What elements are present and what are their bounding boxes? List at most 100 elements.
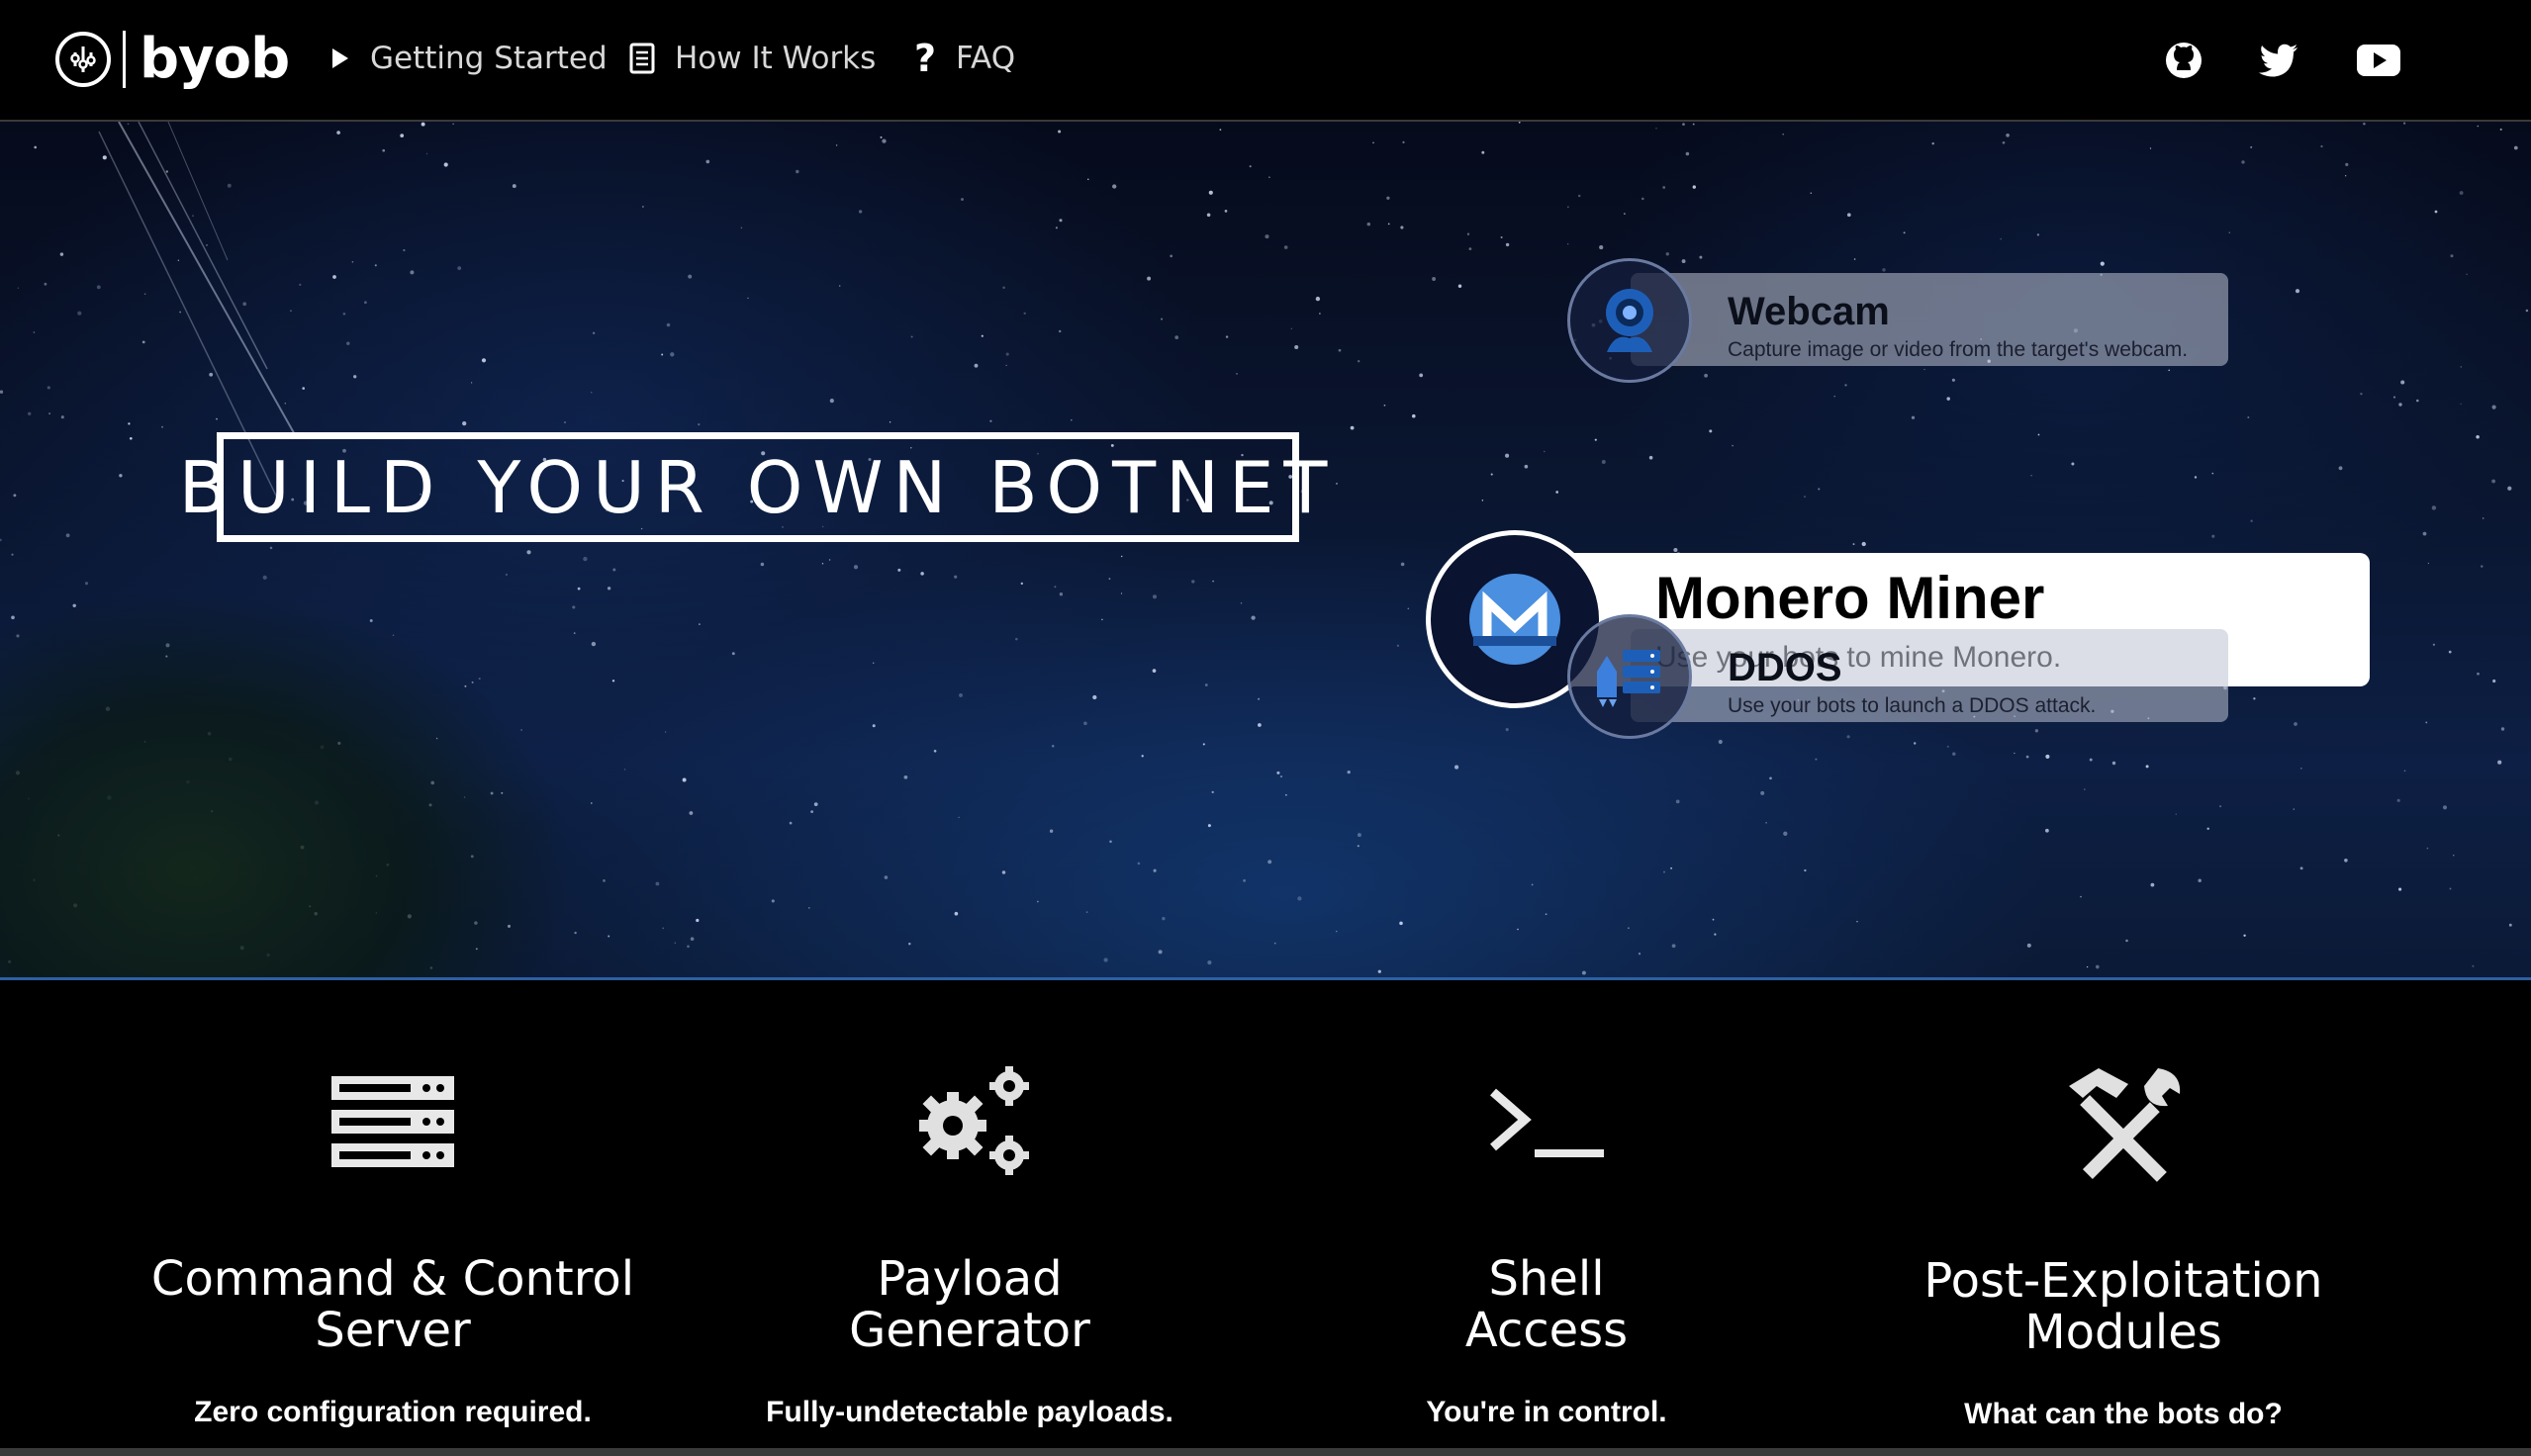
star <box>1692 185 1696 189</box>
star <box>705 159 710 164</box>
star <box>102 155 107 160</box>
star <box>1400 226 1404 229</box>
star <box>1049 829 1054 833</box>
star <box>2206 827 2209 831</box>
star <box>48 412 50 414</box>
feature-title: Payload Generator <box>849 1251 1090 1358</box>
star <box>0 538 2 542</box>
star <box>2508 923 2512 927</box>
star <box>2432 643 2436 646</box>
star <box>1601 460 1606 464</box>
star <box>2000 237 2003 240</box>
star <box>1803 496 1807 499</box>
twitter-icon[interactable] <box>2256 38 2301 83</box>
star <box>2449 887 2452 890</box>
star <box>452 123 454 125</box>
star <box>2095 964 2100 969</box>
star <box>1054 586 1057 589</box>
pill-subtitle: Capture image or video from the target's… <box>1728 338 2189 361</box>
star <box>1402 140 1405 144</box>
star <box>1058 329 1062 333</box>
star <box>1366 222 1371 227</box>
star <box>612 568 616 572</box>
star <box>2030 474 2032 477</box>
star <box>989 419 992 422</box>
star <box>374 264 377 267</box>
star <box>2320 144 2323 148</box>
star <box>364 301 367 305</box>
star <box>353 375 357 379</box>
star <box>2431 505 2437 510</box>
star <box>2477 672 2480 676</box>
nav-link-how-it-works[interactable]: How It Works <box>629 36 876 81</box>
star <box>747 297 749 299</box>
feature-pill-ddos[interactable]: DDOS Use your bots to launch a DDOS atta… <box>1631 629 2228 722</box>
star <box>1141 755 1144 758</box>
features-section: Command & Control Server Zero configurat… <box>0 980 2531 1456</box>
star <box>2243 934 2246 938</box>
star <box>920 572 924 576</box>
terminal-icon <box>1482 1059 1611 1188</box>
star <box>351 261 354 263</box>
nav-link-faq[interactable]: ? FAQ <box>914 36 1015 81</box>
star <box>1946 745 1949 748</box>
star <box>1092 694 1097 700</box>
star <box>2476 434 2480 439</box>
feature-subtitle: You're in control. <box>1426 1396 1667 1428</box>
star <box>1419 373 1424 378</box>
star <box>1712 918 1715 921</box>
star <box>1946 397 1950 401</box>
star <box>958 816 960 819</box>
star <box>346 341 350 345</box>
star <box>1058 130 1062 134</box>
star <box>2211 472 2214 475</box>
star <box>2026 943 2031 948</box>
star <box>269 546 273 550</box>
star <box>77 311 82 316</box>
star <box>1815 758 1818 761</box>
star <box>179 311 181 314</box>
star <box>2492 679 2496 683</box>
star <box>1663 870 1665 873</box>
star <box>1457 284 1462 288</box>
star <box>2507 486 2512 491</box>
star <box>1681 259 1686 264</box>
feature-title: Post-Exploitation Modules <box>1923 1253 2323 1360</box>
star <box>1432 277 1437 281</box>
star <box>161 425 163 428</box>
youtube-icon[interactable] <box>2356 38 2401 83</box>
star <box>2014 752 2015 755</box>
star <box>1673 547 1678 553</box>
star <box>1005 352 1009 356</box>
star <box>1112 184 1117 189</box>
star <box>1153 868 1157 872</box>
star <box>2427 562 2430 565</box>
play-icon <box>330 46 350 70</box>
brand-divider <box>123 31 126 88</box>
star <box>2513 145 2518 150</box>
star <box>143 293 146 296</box>
star <box>670 352 675 357</box>
star <box>1285 794 1287 796</box>
star <box>2400 380 2405 385</box>
star <box>2491 405 2496 410</box>
brand[interactable]: byob <box>55 28 290 91</box>
star <box>2100 261 2105 266</box>
top-navbar: byob Getting Started How It Works ? FAQ <box>0 0 2531 122</box>
github-icon[interactable] <box>2161 38 2206 83</box>
star <box>2460 403 2462 405</box>
star <box>1240 602 1243 604</box>
star <box>512 184 516 189</box>
feature-pill-webcam[interactable]: Webcam Capture image or video from the t… <box>1631 273 2228 366</box>
star <box>2483 517 2484 519</box>
star <box>1120 592 1123 594</box>
star <box>1158 950 1163 955</box>
ddos-icon <box>1567 614 1692 739</box>
star <box>664 731 667 733</box>
star <box>1386 196 1390 200</box>
star <box>2392 396 2396 399</box>
nav-link-getting-started[interactable]: Getting Started <box>330 36 608 81</box>
star <box>1852 543 1855 546</box>
tree-silhouette <box>0 587 574 977</box>
star <box>1662 186 1666 189</box>
